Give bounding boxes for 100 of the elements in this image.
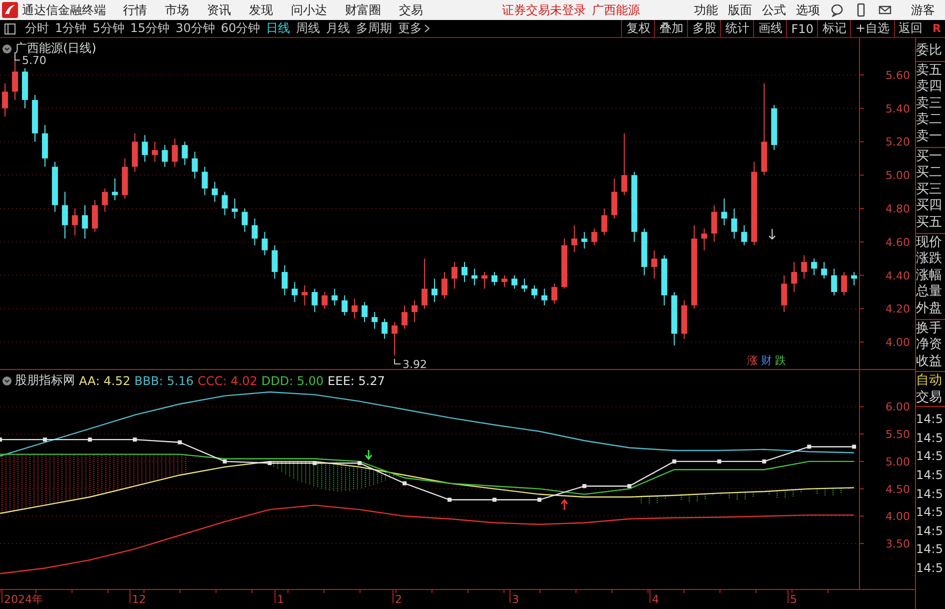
candlestick: [252, 218, 258, 246]
point: [492, 498, 496, 502]
candlestick: [242, 208, 248, 232]
quote-label: 买四: [916, 198, 943, 215]
candlestick: [222, 191, 228, 216]
candlestick: [272, 244, 278, 280]
candlestick: [2, 82, 8, 118]
period-tab[interactable]: 多周期: [353, 20, 396, 37]
quote-label: 收益: [916, 354, 943, 370]
price-label: 3.92: [402, 358, 427, 369]
point: [178, 440, 182, 444]
logo-icon: [1, 1, 19, 19]
point: [537, 498, 542, 502]
quote-label: 现价: [916, 234, 943, 252]
quote-label: 委比: [916, 43, 943, 60]
menu-item[interactable]: 功能: [689, 2, 723, 18]
candlestick: [511, 274, 518, 290]
date-axis-label: 5: [790, 593, 797, 606]
menu-item[interactable]: 资讯: [198, 2, 240, 18]
quote-label: 总量: [916, 284, 943, 301]
candlestick: [202, 166, 208, 196]
candlestick: [851, 271, 858, 286]
date-axis-label: 2: [395, 593, 402, 606]
period-tab[interactable]: 5分钟: [90, 20, 128, 37]
candlestick: [831, 268, 838, 296]
point: [222, 459, 227, 464]
trade-tab[interactable]: 交易: [916, 389, 942, 406]
candlestick: [142, 134, 148, 162]
period-tab[interactable]: 30分钟: [172, 20, 218, 37]
period-tab[interactable]: 60分钟: [218, 20, 264, 37]
indicator-axis-label: 3.50: [886, 537, 910, 550]
candlestick: [531, 284, 538, 300]
point: [312, 461, 317, 466]
period-tab[interactable]: 15分钟: [127, 20, 173, 37]
menu-item[interactable]: 市场: [156, 2, 198, 18]
date-axis-label: 4: [652, 593, 659, 606]
quote-label: 卖三: [916, 96, 943, 112]
candlestick: [232, 198, 238, 220]
price-axis-label: 5.60: [886, 68, 910, 82]
candlestick: [541, 288, 548, 306]
date-axis-label: 2024年: [4, 593, 43, 606]
point: [672, 459, 676, 464]
candlestick: [282, 264, 288, 296]
menu-item[interactable]: 行情: [114, 2, 156, 18]
legend-label: DDD: [261, 374, 290, 388]
quote-label: 买三: [916, 182, 943, 198]
price-axis-label: 4.20: [886, 302, 910, 316]
candlestick: [342, 294, 348, 316]
legend-label: EEE: [328, 374, 350, 388]
menu-item[interactable]: 公式: [757, 2, 791, 18]
price-axis-label: 5.00: [886, 169, 910, 182]
candlestick: [262, 231, 268, 256]
candlestick: [332, 288, 338, 306]
quote-label: 卖二: [916, 112, 943, 129]
period-tab[interactable]: 月线: [323, 20, 354, 37]
candlestick: [302, 284, 308, 306]
price-axis-label: 5.20: [886, 136, 910, 149]
price-axis-label: 4.60: [886, 236, 910, 249]
time-label: 14:5: [916, 467, 944, 484]
panel-toggle-icon: [4, 22, 16, 34]
more-button[interactable]: 更多: [395, 20, 434, 37]
indicator-axis-label: 4.50: [886, 482, 910, 496]
leader-line: [14, 52, 20, 61]
date-axis-label: 3: [512, 593, 519, 606]
menu-item[interactable]: 版面: [723, 2, 757, 18]
quote-label: 卖五: [916, 62, 943, 79]
candlestick: [292, 281, 298, 303]
candlestick: [521, 278, 528, 293]
candlestick: [392, 322, 398, 356]
trade-tab[interactable]: 自动: [916, 372, 942, 390]
menu-item[interactable]: 交易: [390, 2, 432, 18]
indicator-axis-label: 5.00: [886, 455, 910, 468]
candlestick: [491, 271, 498, 286]
time-label: 14:5: [916, 541, 944, 558]
quote-label: 买二: [916, 165, 943, 182]
time-label: 14:5: [916, 504, 944, 522]
legend-value: : 5.16: [159, 374, 194, 388]
period-tab[interactable]: 1分钟: [52, 20, 90, 37]
menu-item[interactable]: 选项: [791, 2, 825, 18]
menu-item[interactable]: 财富圈: [336, 2, 390, 18]
period-tab[interactable]: 日线: [263, 20, 294, 37]
quote-label: 换手: [916, 320, 943, 338]
menu-item[interactable]: 发现: [240, 2, 282, 18]
time-label: 14:5: [916, 448, 944, 466]
down-arrow-icon: [364, 449, 372, 460]
indicator-axis-label: 5.50: [886, 428, 910, 442]
candlestick: [651, 250, 658, 280]
user-button[interactable]: 游客: [897, 2, 945, 18]
quote-label: 卖四: [916, 79, 943, 96]
menu-item[interactable]: 问小达: [282, 2, 336, 18]
candlestick: [72, 208, 78, 236]
quote-label: 涨跌: [916, 251, 943, 268]
point: [807, 444, 812, 449]
candlestick: [461, 261, 468, 282]
period-tab[interactable]: 分时: [22, 20, 52, 37]
point: [582, 484, 586, 488]
period-tab[interactable]: 周线: [293, 20, 324, 37]
candlestick: [402, 304, 408, 330]
candlestick: [731, 208, 738, 240]
legend-value: : 4.52: [96, 374, 130, 388]
